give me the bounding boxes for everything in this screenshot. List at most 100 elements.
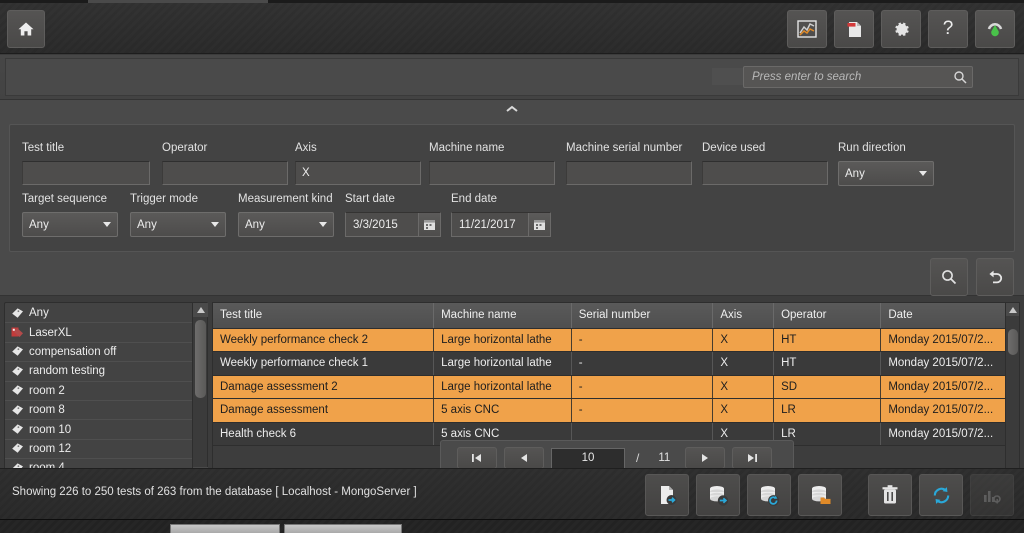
tag-icon	[12, 443, 23, 454]
search-box[interactable]	[743, 66, 973, 88]
results-table: Test title Machine name Serial number Axis O…	[213, 303, 1019, 446]
select-trigger-mode[interactable]: Any	[130, 212, 226, 237]
label-axis: Axis	[295, 142, 317, 154]
next-page-button[interactable]	[685, 447, 726, 469]
header-icon-group: ?	[787, 10, 1015, 48]
tag-sidebar: Any LaserXL compensation off random test…	[4, 302, 208, 482]
select-target-sequence[interactable]: Any	[22, 212, 118, 237]
table-column-header[interactable]: Date	[880, 303, 1019, 329]
input-test-title[interactable]	[22, 161, 150, 185]
table-cell: -	[571, 351, 714, 376]
export-file-button[interactable]	[645, 474, 689, 516]
select-run-direction-value: Any	[845, 167, 865, 180]
help-button[interactable]: ?	[928, 10, 968, 48]
table-row[interactable]: Weekly performance check 2 Large horizont…	[213, 328, 1019, 352]
tag-list-item[interactable]: Any	[5, 304, 192, 324]
report-button[interactable]	[834, 10, 874, 48]
filter-collapse-toggle[interactable]	[0, 100, 1024, 118]
label-end-date: End date	[451, 193, 498, 205]
tag-list-item[interactable]: room 10	[5, 420, 192, 440]
db-export-icon	[710, 486, 729, 506]
calendar-icon[interactable]	[418, 213, 440, 236]
tag-list-item[interactable]: room 8	[5, 401, 192, 421]
table-column-header[interactable]: Operator	[773, 303, 882, 329]
chevron-down-icon	[211, 222, 219, 227]
select-measurement-kind[interactable]: Any	[238, 212, 334, 237]
status-text: Showing 226 to 250 tests of 263 from the…	[12, 486, 417, 498]
restore-database-button[interactable]	[747, 474, 791, 516]
open-database-button[interactable]	[798, 474, 842, 516]
tag-list[interactable]: Any LaserXL compensation off random test…	[5, 303, 192, 481]
page-number-input[interactable]	[551, 447, 625, 469]
table-cell: X	[712, 351, 775, 376]
table-column-header[interactable]: Axis	[712, 303, 775, 329]
location-button[interactable]	[975, 10, 1015, 48]
analysis-chart-button[interactable]	[787, 10, 827, 48]
select-run-direction[interactable]: Any	[838, 161, 934, 186]
last-page-button[interactable]	[732, 447, 773, 469]
table-cell: Weekly performance check 2	[213, 328, 435, 352]
table-scrollbar-thumb[interactable]	[1008, 329, 1018, 355]
chevron-down-icon	[103, 222, 111, 227]
export-database-button[interactable]	[696, 474, 740, 516]
settings-button[interactable]	[881, 10, 921, 48]
table-column-header[interactable]: Serial number	[571, 303, 714, 329]
table-cell: Large horizontal lathe	[433, 328, 572, 352]
date-end[interactable]: 11/21/2017	[451, 212, 551, 237]
taskbar-item[interactable]	[284, 524, 402, 533]
input-device-used[interactable]	[702, 161, 828, 185]
table-body[interactable]: Weekly performance check 2 Large horizont…	[213, 328, 1019, 446]
bottom-action-buttons	[645, 474, 1014, 516]
tag-list-item-label: random testing	[29, 365, 106, 378]
input-machine-name[interactable]	[429, 161, 555, 185]
taskbar-item[interactable]	[170, 524, 280, 533]
tag-list-item[interactable]: room 2	[5, 382, 192, 401]
search-icon[interactable]	[948, 70, 972, 84]
table-column-header[interactable]: Machine name	[433, 303, 572, 329]
home-button[interactable]	[7, 10, 45, 48]
filter-fields-container: Test title Operator Axis Machine name Ma…	[9, 124, 1015, 252]
tag-icon	[11, 442, 24, 455]
table-scrollbar[interactable]	[1005, 303, 1019, 481]
label-operator: Operator	[162, 142, 208, 154]
prev-page-button[interactable]	[504, 447, 544, 469]
tag-list-item[interactable]: room 12	[5, 440, 192, 460]
refresh-button[interactable]	[919, 474, 963, 516]
table-row[interactable]: Damage assessment 2 Large horizontal lath…	[213, 375, 1019, 399]
search-icon	[942, 270, 957, 285]
scroll-up-arrow-icon[interactable]	[193, 303, 208, 317]
table-cell: Large horizontal lathe	[433, 351, 572, 376]
tag-scrollbar[interactable]	[192, 303, 208, 481]
input-machine-serial[interactable]	[566, 161, 692, 185]
tag-list-item-label: room 2	[29, 384, 65, 397]
search-bar-row	[0, 55, 1024, 100]
os-taskbar	[0, 519, 1024, 533]
input-operator[interactable]	[162, 161, 288, 185]
filter-reset-button[interactable]	[976, 258, 1014, 296]
db-open-icon	[812, 486, 831, 504]
scroll-up-arrow-icon[interactable]	[1006, 303, 1019, 316]
first-page-button[interactable]	[457, 447, 497, 469]
tag-list-item[interactable]: random testing	[5, 362, 192, 382]
calendar-icon[interactable]	[528, 213, 550, 236]
table-row[interactable]: Weekly performance check 1 Large horizont…	[213, 351, 1019, 376]
table-cell: Damage assessment	[213, 398, 435, 423]
date-start[interactable]: 3/3/2015	[345, 212, 441, 237]
delete-button[interactable]	[868, 474, 912, 516]
filter-search-button[interactable]	[930, 258, 968, 296]
table-column-header[interactable]: Test title	[213, 303, 435, 329]
bar-chart-icon	[984, 491, 1001, 504]
tag-list-item[interactable]: LaserXL	[5, 323, 192, 343]
table-row[interactable]: Damage assessment 5 axis CNC - X LR Monday 20…	[213, 398, 1019, 423]
first-page-icon	[472, 454, 481, 462]
table-cell: Monday 2015/07/2...	[880, 422, 1019, 446]
tag-list-item-label: Any	[29, 307, 49, 320]
input-axis[interactable]	[295, 161, 421, 185]
search-input[interactable]	[744, 71, 948, 83]
table-cell: HT	[773, 328, 882, 352]
table-cell: Monday 2015/07/2...	[880, 398, 1019, 423]
laser-tag-icon	[11, 327, 23, 338]
tag-list-item[interactable]: compensation off	[5, 343, 192, 363]
chart-view-button[interactable]	[970, 474, 1014, 516]
tag-scrollbar-thumb[interactable]	[195, 320, 206, 398]
